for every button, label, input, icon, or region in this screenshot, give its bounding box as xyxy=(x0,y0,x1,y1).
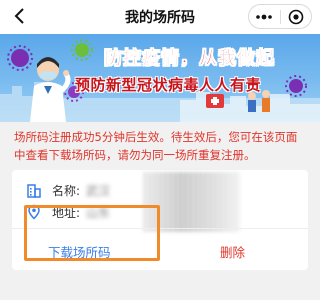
epidemic-banner: 防控疫情，从我做起 预防新型冠状病毒人人有责 xyxy=(0,34,320,122)
virus-icon xyxy=(71,39,93,61)
download-place-code-button[interactable]: 下载场所码 xyxy=(48,242,111,261)
banner-slogan-1: 防控疫情，从我做起 xyxy=(104,48,275,70)
nav-bar: 我的场所码 xyxy=(0,0,320,34)
card-actions: 下载场所码 删除 xyxy=(12,228,308,270)
name-label: 名称: xyxy=(52,183,81,198)
banner-slogan-2: 预防新型冠状病毒人人有责 xyxy=(75,76,262,94)
building-icon xyxy=(27,184,41,198)
address-label: 地址: xyxy=(52,205,81,220)
virus-icon xyxy=(7,45,33,71)
delete-button[interactable]: 删除 xyxy=(220,242,245,261)
close-button[interactable] xyxy=(281,5,312,28)
more-dots-icon xyxy=(256,14,273,19)
redaction-blur xyxy=(142,172,240,232)
location-pin-icon xyxy=(28,204,40,220)
virus-icon xyxy=(285,75,307,97)
mini-program-capsule xyxy=(248,4,312,29)
registration-notice: 场所码注册成功5分钟后生效。待生效后，您可在该页面中查看下载场所码，请勿为同一场… xyxy=(14,130,298,162)
target-circle-icon xyxy=(288,9,304,24)
medical-kit-icon xyxy=(206,94,224,108)
place-card: 名称: 武汉 地址: 山东 下载场所码 删除 xyxy=(12,170,308,270)
more-button[interactable] xyxy=(249,5,280,28)
doctor-illustration xyxy=(30,57,71,122)
